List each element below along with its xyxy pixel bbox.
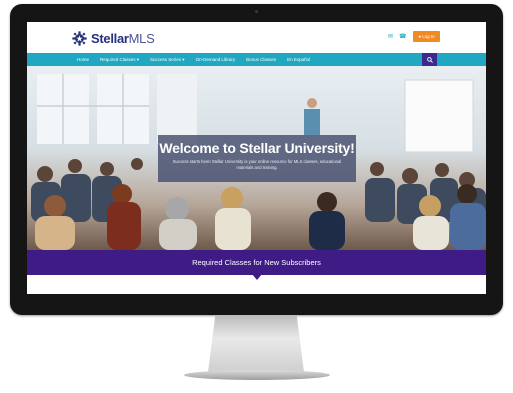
nav-item-success-series[interactable]: Success Series ▾ (150, 57, 185, 63)
hero-banner: Welcome to Stellar University! Success s… (27, 66, 486, 250)
search-icon (426, 56, 433, 63)
header-contact-icons: ✉ ☎ (388, 34, 407, 40)
nav-item-en-espanol[interactable]: En Español (287, 57, 310, 62)
hero-welcome-box: Welcome to Stellar University! Success s… (158, 135, 356, 182)
logo-name-main: Stellar (91, 30, 129, 46)
site-header: StellarMLS ✉ ☎ ● Log In (27, 22, 486, 53)
hero-title: Welcome to Stellar University! (159, 140, 355, 156)
nav-item-required-classes[interactable]: Required Classes ▾ (100, 57, 139, 63)
envelope-icon[interactable]: ✉ (388, 34, 393, 40)
monitor-stand (208, 316, 304, 372)
monitor-frame: StellarMLS ✉ ☎ ● Log In Home Required Cla… (10, 4, 503, 315)
login-button[interactable]: ● Log In (413, 31, 440, 42)
phone-icon[interactable]: ☎ (399, 34, 406, 40)
required-classes-heading: Required Classes for New Subscribers (192, 258, 321, 267)
logo-name-suffix: MLS (128, 30, 155, 46)
site-logo[interactable]: StellarMLS (72, 30, 155, 46)
webcam-dot (255, 10, 258, 13)
hero-subtitle: Success starts here! Stellar University … (172, 159, 342, 170)
user-icon: ● (418, 34, 422, 39)
nav-items: Home Required Classes ▾ Success Series ▾… (77, 53, 310, 66)
nav-item-on-demand-library[interactable]: On-Demand Library (196, 57, 236, 62)
main-nav: Home Required Classes ▾ Success Series ▾… (27, 53, 486, 66)
nav-item-bonus-classes[interactable]: Bonus Classes (246, 57, 276, 62)
required-classes-band: Required Classes for New Subscribers (27, 250, 486, 275)
nav-search-button[interactable] (422, 53, 437, 66)
logo-wordmark: StellarMLS (91, 31, 155, 46)
gear-star-logo-icon (72, 30, 87, 46)
nav-item-home[interactable]: Home (77, 57, 89, 62)
down-arrow-icon (252, 274, 262, 280)
browser-screen: StellarMLS ✉ ☎ ● Log In Home Required Cla… (27, 22, 486, 294)
monitor-base (184, 370, 330, 380)
login-label: Log In (422, 34, 435, 39)
